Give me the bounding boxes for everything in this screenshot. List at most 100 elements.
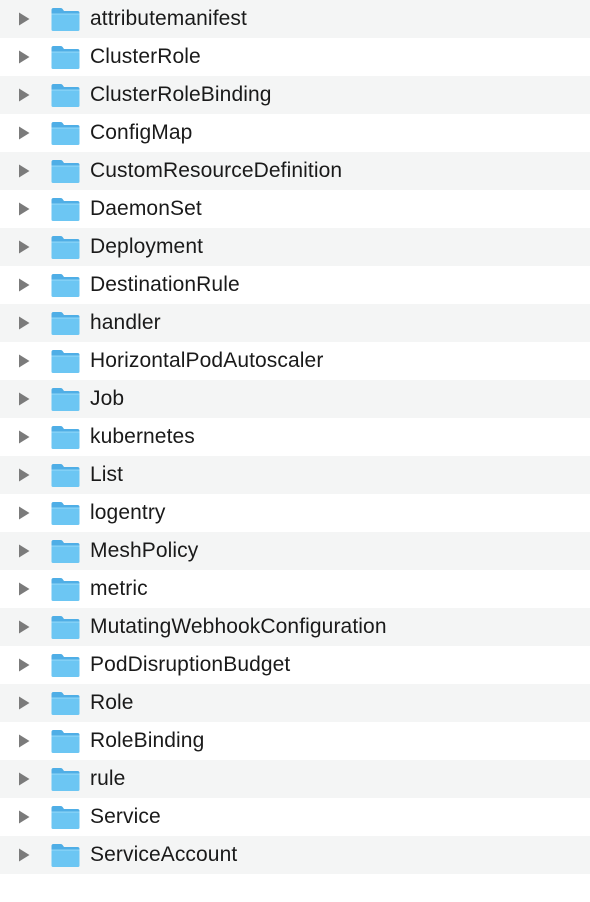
folder-row-serviceaccount[interactable]: ServiceAccount [0,836,590,874]
folder-row-destinationrule[interactable]: DestinationRule [0,266,590,304]
disclosure-triangle-icon[interactable] [17,429,31,445]
folder-icon [50,158,81,184]
folder-icon [50,44,81,70]
folder-name: DestinationRule [90,273,240,296]
folder-svg [51,160,80,183]
disclosure-triangle-icon[interactable] [17,809,31,825]
disclosure-triangle-icon[interactable] [17,771,31,787]
folder-svg [51,312,80,335]
disclosure-triangle-icon[interactable] [17,391,31,407]
folder-icon [50,842,81,868]
folder-row-rule[interactable]: rule [0,760,590,798]
disclosure-triangle-icon[interactable] [17,619,31,635]
disclosure-triangle-icon[interactable] [17,695,31,711]
folder-name: MeshPolicy [90,539,199,562]
disclosure-triangle-icon[interactable] [17,467,31,483]
folder-svg [51,426,80,449]
folder-name: handler [90,311,161,334]
disclosure-triangle-svg [19,810,30,824]
disclosure-triangle-icon[interactable] [17,125,31,141]
disclosure-triangle-svg [19,164,30,178]
disclosure-triangle-svg [19,126,30,140]
folder-name: kubernetes [90,425,195,448]
disclosure-triangle-svg [19,582,30,596]
folder-name: PodDisruptionBudget [90,653,291,676]
disclosure-triangle-icon[interactable] [17,315,31,331]
folder-icon [50,804,81,830]
folder-row-attributemanifest[interactable]: attributemanifest [0,0,590,38]
folder-svg [51,198,80,221]
folder-name: metric [90,577,148,600]
disclosure-triangle-icon[interactable] [17,163,31,179]
folder-row-logentry[interactable]: logentry [0,494,590,532]
folder-row-clusterrolebinding[interactable]: ClusterRoleBinding [0,76,590,114]
disclosure-triangle-svg [19,88,30,102]
folder-name: List [90,463,124,486]
disclosure-triangle-svg [19,696,30,710]
folder-name: Service [90,805,161,828]
folder-name: ClusterRoleBinding [90,83,272,106]
disclosure-triangle-icon[interactable] [17,581,31,597]
folder-icon [50,386,81,412]
folder-name: CustomResourceDefinition [90,159,343,182]
folder-row-daemonset[interactable]: DaemonSet [0,190,590,228]
folder-svg [51,236,80,259]
disclosure-triangle-icon[interactable] [17,277,31,293]
disclosure-triangle-icon[interactable] [17,11,31,27]
folder-row-kubernetes[interactable]: kubernetes [0,418,590,456]
folder-icon [50,766,81,792]
disclosure-triangle-icon[interactable] [17,353,31,369]
folder-row-configmap[interactable]: ConfigMap [0,114,590,152]
disclosure-triangle-icon[interactable] [17,733,31,749]
folder-row-customresourcedefinition[interactable]: CustomResourceDefinition [0,152,590,190]
folder-row-deployment[interactable]: Deployment [0,228,590,266]
folder-name: ServiceAccount [90,843,238,866]
folder-svg [51,274,80,297]
folder-row-handler[interactable]: handler [0,304,590,342]
folder-name: attributemanifest [90,7,247,30]
folder-row-service[interactable]: Service [0,798,590,836]
disclosure-triangle-icon[interactable] [17,657,31,673]
folder-row-poddisruptionbudget[interactable]: PodDisruptionBudget [0,646,590,684]
disclosure-triangle-icon[interactable] [17,201,31,217]
folder-row-mutatingwebhookconfiguration[interactable]: MutatingWebhookConfiguration [0,608,590,646]
folder-icon [50,614,81,640]
folder-row-job[interactable]: Job [0,380,590,418]
folder-name: MutatingWebhookConfiguration [90,615,387,638]
folder-svg [51,616,80,639]
folder-row-clusterrole[interactable]: ClusterRole [0,38,590,76]
folder-name: rule [90,767,126,790]
folder-svg [51,730,80,753]
folder-svg [51,578,80,601]
folder-row-list[interactable]: List [0,456,590,494]
folder-svg [51,464,80,487]
disclosure-triangle-icon[interactable] [17,543,31,559]
disclosure-triangle-svg [19,468,30,482]
disclosure-triangle-svg [19,544,30,558]
folder-row-horizontalpodautoscaler[interactable]: HorizontalPodAutoscaler [0,342,590,380]
folder-name: Job [90,387,125,410]
disclosure-triangle-svg [19,620,30,634]
disclosure-triangle-svg [19,430,30,444]
folder-name: Deployment [90,235,204,258]
folder-row-role[interactable]: Role [0,684,590,722]
folder-row-meshpolicy[interactable]: MeshPolicy [0,532,590,570]
disclosure-triangle-icon[interactable] [17,239,31,255]
disclosure-triangle-icon[interactable] [17,87,31,103]
folder-row-rolebinding[interactable]: RoleBinding [0,722,590,760]
disclosure-triangle-icon[interactable] [17,847,31,863]
disclosure-triangle-icon[interactable] [17,505,31,521]
folder-svg [51,388,80,411]
disclosure-triangle-icon[interactable] [17,49,31,65]
folder-icon [50,6,81,32]
folder-icon [50,576,81,602]
folder-name: RoleBinding [90,729,205,752]
folder-row-metric[interactable]: metric [0,570,590,608]
disclosure-triangle-svg [19,772,30,786]
folder-list: attributemanifest ClusterRole ClusterRol… [0,0,590,874]
folder-svg [51,540,80,563]
folder-icon [50,690,81,716]
folder-svg [51,692,80,715]
folder-svg [51,654,80,677]
folder-icon [50,196,81,222]
